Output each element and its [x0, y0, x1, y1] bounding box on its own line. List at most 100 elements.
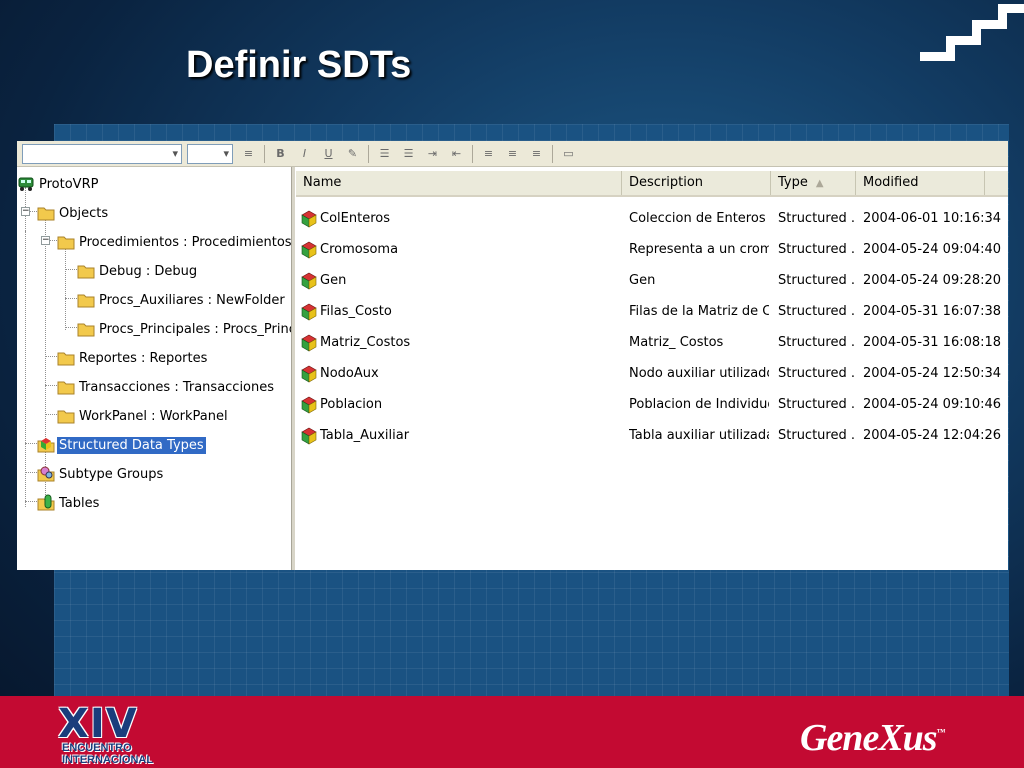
column-header-label: Type	[778, 175, 808, 190]
window-icon[interactable]: ▭	[560, 147, 577, 161]
genexus-window: ≡ B I U ✎ ☰ ☰ ⇥ ⇤ ≡ ≡ ≡ ▭ − −	[17, 141, 1008, 570]
encuentro-logo: XIV ENCUENTRO INTERNACIONAL	[58, 702, 168, 766]
column-header-modified[interactable]: Modified	[856, 171, 985, 195]
column-header-label: Modified	[863, 175, 919, 190]
column-header-name[interactable]: Name	[296, 171, 622, 195]
size-combo[interactable]	[187, 143, 233, 164]
table-row[interactable]: Poblacion Poblacion de Individuos Structur…	[296, 389, 1008, 420]
column-header-label: Name	[303, 175, 342, 190]
cell-type: Structured ...	[778, 428, 856, 443]
align-left-icon[interactable]: ≡	[480, 147, 497, 161]
cell-name-text: Cromosoma	[320, 242, 399, 257]
cell-modified: 2004-05-31 16:08:18	[863, 335, 1002, 350]
folder-icon	[57, 233, 75, 251]
cell-type: Structured ...	[778, 335, 856, 350]
cell-type: Structured ...	[778, 366, 856, 381]
logo-line2: INTERNACIONAL	[62, 754, 154, 766]
stairs-decoration	[920, 0, 1024, 64]
cell-name: Filas_Costo	[300, 296, 620, 327]
table-row[interactable]: NodoAux Nodo auxiliar utilizado p... Struc…	[296, 358, 1008, 389]
font-combo[interactable]	[22, 143, 182, 164]
bold-icon[interactable]: B	[272, 147, 289, 161]
folder-icon	[77, 320, 95, 338]
table-row[interactable]: Tabla_Auxiliar Tabla auxiliar utilizada p…	[296, 420, 1008, 451]
table-row[interactable]: Filas_Costo Filas de la Matriz de Costo St…	[296, 296, 1008, 327]
cell-modified: 2004-05-24 12:04:26	[863, 428, 1002, 443]
tree-item-subtype-groups[interactable]: Subtype Groups	[37, 463, 165, 485]
cell-name: NodoAux	[300, 358, 620, 389]
cell-name-text: Matriz_Costos	[320, 335, 411, 350]
tree-item-label: Transacciones : Transacciones	[79, 379, 275, 395]
column-header-description[interactable]: Description	[622, 171, 771, 195]
table-row[interactable]: Matriz_Costos Matriz_ Costos Structured ..…	[296, 327, 1008, 358]
align-icon[interactable]: ≡	[240, 147, 257, 161]
genexus-logo: GeneXus™	[800, 714, 946, 762]
cell-modified: 2004-05-24 09:28:20	[863, 273, 1002, 288]
cell-name-text: Gen	[320, 273, 347, 288]
folder-icon	[57, 349, 75, 367]
underline-icon[interactable]: U	[320, 147, 337, 161]
tree-item-procedimientos[interactable]: Procedimientos : Procedimientos	[57, 231, 291, 253]
model-icon	[17, 175, 35, 193]
tree-item-protovrp[interactable]: ProtoVRP	[17, 173, 100, 195]
tree-item-label: Reportes : Reportes	[79, 350, 208, 366]
sdt-icon	[300, 427, 318, 445]
bullet-list-icon[interactable]: ☰	[400, 147, 417, 161]
list-header: Name Description Type ▲ Modified	[296, 171, 1008, 197]
table-row[interactable]: Gen Gen Structured ... 2004-05-24 09:28:20	[296, 265, 1008, 296]
cell-type: Structured ...	[778, 242, 856, 257]
cell-name-text: Filas_Costo	[320, 304, 392, 319]
cell-name: Cromosoma	[300, 234, 620, 265]
table-row[interactable]: Cromosoma Representa a un cromo... Structu…	[296, 234, 1008, 265]
cell-modified: 2004-05-31 16:07:38	[863, 304, 1002, 319]
cell-type: Structured ...	[778, 211, 856, 226]
cell-description: Gen	[629, 273, 656, 288]
cell-name: Gen	[300, 265, 620, 296]
cell-type: Structured ...	[778, 397, 856, 412]
toolbar-separator	[552, 144, 553, 163]
align-center-icon[interactable]: ≡	[504, 147, 521, 161]
tree-item-tables[interactable]: Tables	[37, 492, 101, 514]
indent-icon[interactable]: ⇥	[424, 147, 441, 161]
tree-item-label: Procs_Auxiliares : NewFolder	[99, 292, 285, 308]
cell-modified: 2004-05-24 09:04:40	[863, 242, 1002, 257]
column-header-type[interactable]: Type ▲	[771, 171, 856, 195]
tree-item-structured-data-types[interactable]: Structured Data Types	[37, 434, 206, 456]
cell-description: Poblacion de Individuos	[629, 397, 769, 412]
slide-title: Definir SDTs	[186, 44, 412, 86]
tree-item-objects[interactable]: Objects	[37, 202, 110, 224]
tree-item-label: Subtype Groups	[59, 466, 164, 482]
tools-icon[interactable]: ✎	[344, 147, 361, 161]
table-row[interactable]: ColEnteros Coleccion de Enteros Structured…	[296, 203, 1008, 234]
numbered-list-icon[interactable]: ☰	[376, 147, 393, 161]
outdent-icon[interactable]: ⇤	[448, 147, 465, 161]
tree-item-workpanel[interactable]: WorkPanel : WorkPanel	[57, 405, 230, 427]
tree-item-reportes[interactable]: Reportes : Reportes	[57, 347, 209, 369]
tree-item-debug[interactable]: Debug : Debug	[77, 260, 199, 282]
toolbar-separator	[264, 144, 265, 163]
cell-description: Representa a un cromo...	[629, 242, 769, 257]
cell-modified: 2004-05-24 09:10:46	[863, 397, 1002, 412]
cell-name-text: Poblacion	[320, 397, 383, 412]
collapse-toggle[interactable]: −	[41, 236, 50, 245]
collapse-toggle[interactable]: −	[21, 207, 30, 216]
trademark-mark: ™	[936, 727, 946, 737]
tree-item-procs-auxiliares[interactable]: Procs_Auxiliares : NewFolder	[77, 289, 287, 311]
align-right-icon[interactable]: ≡	[528, 147, 545, 161]
cell-name: Tabla_Auxiliar	[300, 420, 620, 451]
tree-item-label: Objects	[59, 205, 109, 221]
italic-icon[interactable]: I	[296, 147, 313, 161]
tree-item-transacciones[interactable]: Transacciones : Transacciones	[57, 376, 276, 398]
cell-modified: 2004-06-01 10:16:34	[863, 211, 1002, 226]
cell-description: Nodo auxiliar utilizado p...	[629, 366, 769, 381]
cell-description: Matriz_ Costos	[629, 335, 724, 350]
cell-name: Matriz_Costos	[300, 327, 620, 358]
sdt-icon	[300, 334, 318, 352]
folder-icon	[77, 291, 95, 309]
folder-icon	[57, 378, 75, 396]
tree-item-procs-principales[interactable]: Procs_Principales : Procs_Principales	[77, 318, 291, 340]
genexus-logo-text: GeneXus	[800, 717, 938, 759]
tree-connector	[25, 231, 26, 507]
sdt-folder-icon	[37, 436, 55, 454]
tree-item-label: WorkPanel : WorkPanel	[79, 408, 228, 424]
